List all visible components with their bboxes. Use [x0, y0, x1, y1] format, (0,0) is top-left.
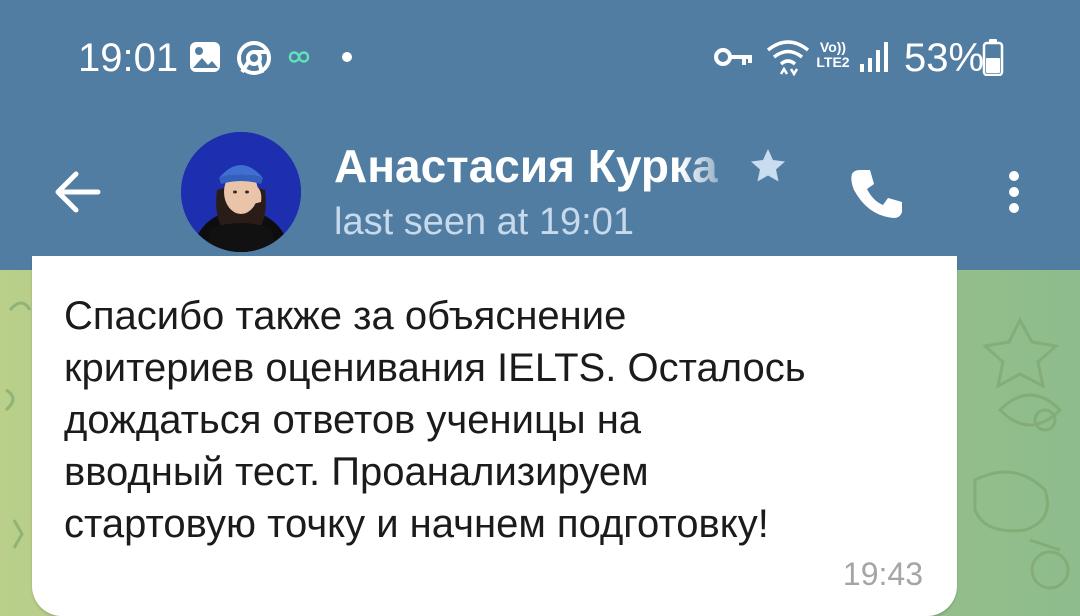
wifi-icon [766, 40, 810, 76]
signal-icon [860, 42, 888, 72]
message-bubble[interactable]: Спасибо также за объяснение критериев оц… [32, 256, 957, 616]
network-indicator: Vo)) LTE2 [812, 40, 854, 70]
message-time: 19:43 [842, 556, 923, 592]
infinity-icon [288, 51, 310, 63]
lte-label: LTE2 [816, 54, 850, 70]
name-fade-overlay [680, 136, 744, 196]
more-menu-button[interactable] [990, 162, 1038, 226]
star-icon [751, 149, 785, 182]
back-button[interactable] [46, 160, 110, 224]
status-bar: 19:01 Vo)) LTE2 53% [0, 0, 1080, 110]
battery-percentage: 53% [904, 36, 985, 80]
chrome-icon [237, 41, 271, 75]
chat-header: 19:01 Vo)) LTE2 53% Анастасия Курка last… [0, 0, 1080, 270]
gallery-icon [190, 42, 220, 72]
arrow-left-icon [55, 171, 101, 213]
phone-icon [851, 170, 902, 218]
avatar-photo [181, 132, 301, 252]
volte-label: Vo)) [819, 39, 847, 55]
last-seen-status: last seen at 19:01 [334, 201, 634, 243]
dot-icon [342, 52, 352, 62]
battery-icon [982, 39, 1004, 76]
key-icon [714, 48, 752, 66]
more-vertical-icon [1009, 171, 1019, 213]
avatar[interactable] [181, 132, 301, 252]
call-button[interactable] [846, 162, 910, 226]
status-clock: 19:01 [78, 36, 179, 80]
message-text: Спасибо также за объяснение критериев оц… [64, 294, 806, 546]
